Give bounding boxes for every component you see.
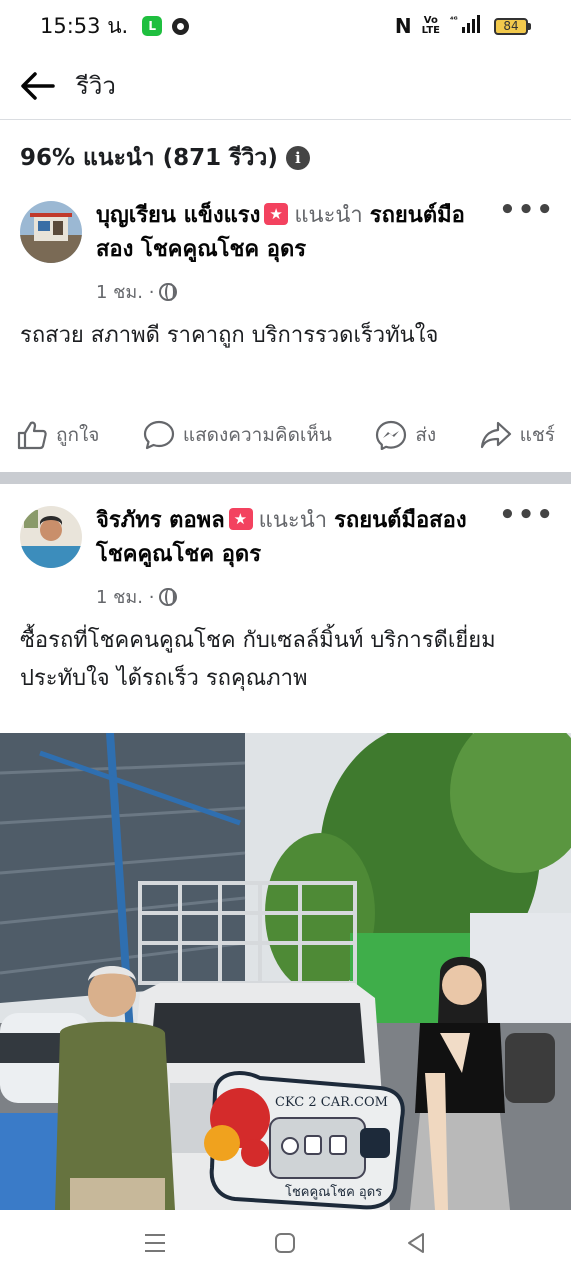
home-icon[interactable] xyxy=(273,1231,297,1259)
info-icon[interactable]: i xyxy=(285,146,310,170)
back-triangle-icon[interactable] xyxy=(404,1231,428,1259)
reviewer-name[interactable]: บุญเรียน แข็งแรง xyxy=(96,203,260,228)
line-app-icon: L xyxy=(142,16,163,36)
avatar[interactable] xyxy=(20,201,82,263)
sign-website: CKC 2 CAR.COM xyxy=(275,1095,388,1110)
nfc-icon: N xyxy=(394,14,412,38)
action-bar: ถูกใจ แสดงความคิดเห็น ส่ง แชร์ xyxy=(0,410,571,460)
summary-text: 96% แนะนำ (871 รีวิว) xyxy=(20,145,278,171)
avatar[interactable] xyxy=(20,506,82,568)
review-time: 1 ชม. · xyxy=(96,282,155,303)
header: รีวิว xyxy=(0,52,571,120)
page-title: รีวิว xyxy=(76,72,116,100)
more-options-icon[interactable]: ••• xyxy=(499,500,555,530)
chrome-icon xyxy=(172,17,190,35)
messenger-icon xyxy=(376,420,407,450)
reviewer-name[interactable]: จิรภัทร ตอพล xyxy=(96,508,225,533)
globe-icon xyxy=(159,282,178,301)
globe-icon xyxy=(159,587,178,606)
recommend-label: แนะนำ xyxy=(294,203,363,228)
signal-icon: ⁴ᴳ xyxy=(450,14,484,38)
review-text: รถสวย สภาพดี ราคาถูก บริการรวดเร็วทันใจ xyxy=(20,323,439,348)
battery-level: 84 xyxy=(494,17,528,35)
status-time: 15:53 น. xyxy=(40,13,129,38)
review-meta: 1 ชม. · xyxy=(96,277,178,306)
review-photo[interactable]: CKC 2 CAR.COM โชคคูณโชค อุดร xyxy=(0,733,571,1210)
more-options-icon[interactable]: ••• xyxy=(499,195,555,225)
back-arrow-icon[interactable] xyxy=(18,66,58,106)
svg-text:⁴ᴳ: ⁴ᴳ xyxy=(450,15,458,24)
review-text: ซื้อรถที่โชคคนคูณโชค กับเซลล์มิ้นท์ บริก… xyxy=(20,628,496,691)
review-header: บุญเรียน แข็งแรงแนะนำ รถยนต์มือสอง โชคคู… xyxy=(96,197,496,267)
recommend-label: แนะนำ xyxy=(258,508,328,533)
section-divider xyxy=(0,472,571,484)
review-time: 1 ชม. · xyxy=(96,587,155,608)
sign-shop-name: โชคคูณโชค อุดร xyxy=(285,1184,382,1200)
battery-icon: 84 xyxy=(494,17,531,35)
system-nav-bar xyxy=(0,1210,571,1280)
like-button[interactable]: ถูกใจ xyxy=(16,420,99,450)
status-bar: 15:53 น. L N Vo LTE ⁴ᴳ 84 xyxy=(0,0,571,52)
share-label: แชร์ xyxy=(519,424,555,446)
status-icons: N Vo LTE ⁴ᴳ 84 xyxy=(395,14,531,38)
recommend-icon xyxy=(264,197,289,231)
comment-label: แสดงความคิดเห็น xyxy=(182,424,332,446)
volte-icon: Vo LTE xyxy=(421,15,440,36)
review-header: จิรภัทร ตอพลแนะนำ รถยนต์มือสอง โชคคูณโชค… xyxy=(96,502,496,572)
share-icon xyxy=(480,421,511,449)
like-label: ถูกใจ xyxy=(56,424,100,446)
review-summary: 96% แนะนำ (871 รีวิว) i xyxy=(20,140,310,176)
recommend-icon xyxy=(228,502,253,536)
share-button[interactable]: แชร์ xyxy=(480,420,555,450)
menu-icon[interactable] xyxy=(143,1232,167,1258)
thumbs-up-icon xyxy=(17,421,47,450)
send-button[interactable]: ส่ง xyxy=(375,420,436,450)
review-meta: 1 ชม. · xyxy=(96,582,178,611)
comment-button[interactable]: แสดงความคิดเห็น xyxy=(143,420,332,450)
send-label: ส่ง xyxy=(415,424,437,446)
comment-icon xyxy=(143,420,174,450)
